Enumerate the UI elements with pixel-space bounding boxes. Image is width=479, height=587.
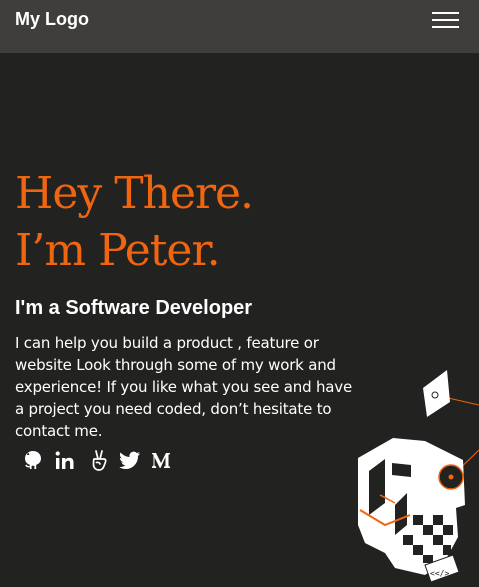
medium-icon[interactable]	[150, 448, 172, 472]
navbar: My Logo	[0, 0, 479, 53]
linkedin-icon[interactable]	[52, 448, 80, 472]
menu-icon[interactable]	[431, 10, 461, 32]
code-tag-label: <</>	[430, 569, 449, 578]
twitter-icon[interactable]	[118, 448, 142, 472]
hero-subtitle: I'm a Software Developer	[15, 297, 253, 319]
developer-illustration: <</>	[355, 365, 479, 583]
hero-title-line-2: I’m Peter.	[15, 225, 221, 276]
github-icon[interactable]	[22, 448, 44, 472]
hero-intro: I can help you build a product , feature…	[15, 334, 352, 440]
angellist-icon[interactable]	[88, 448, 110, 472]
hero-title: Hey There. I’m Peter.	[15, 165, 254, 279]
social-links	[22, 448, 180, 472]
logo[interactable]: My Logo	[15, 9, 89, 30]
hero-title-line-1: Hey There.	[15, 168, 254, 219]
